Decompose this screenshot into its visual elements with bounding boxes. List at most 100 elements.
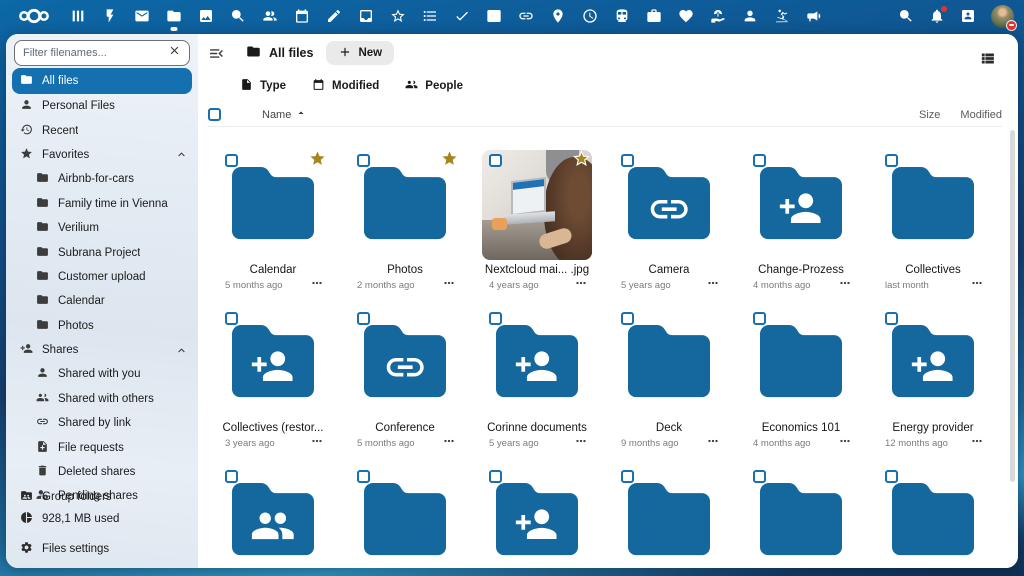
folder-tile[interactable]: Collectiveslast month	[867, 146, 999, 304]
sidebar-item-calendar[interactable]: Calendar	[6, 289, 198, 313]
folder-tile[interactable]	[207, 462, 339, 568]
folder-tile[interactable]: Deck9 months ago	[603, 304, 735, 462]
filter-chip-type[interactable]: Type	[240, 78, 286, 94]
mail-app-icon[interactable]	[134, 8, 150, 24]
monitoring-app-icon[interactable]	[582, 8, 598, 24]
filter-chip-modified[interactable]: Modified	[312, 78, 379, 94]
chevron-up-icon[interactable]	[175, 148, 188, 161]
file-actions-menu[interactable]	[442, 434, 456, 448]
sidebar-item-recent[interactable]: Recent	[6, 118, 198, 142]
select-checkbox[interactable]	[753, 470, 766, 483]
sidebar-toggle-icon[interactable]	[208, 45, 225, 62]
select-checkbox[interactable]	[489, 470, 502, 483]
select-checkbox[interactable]	[357, 154, 370, 167]
select-checkbox[interactable]	[753, 312, 766, 325]
select-checkbox[interactable]	[489, 312, 502, 325]
passwords-app-icon[interactable]	[518, 8, 534, 24]
search-icon[interactable]	[898, 8, 914, 24]
tables-app-icon[interactable]	[486, 8, 502, 24]
sidebar-item-shared-by-link[interactable]: Shared by link	[6, 411, 198, 435]
filter-chip-people[interactable]: People	[405, 78, 463, 94]
file-actions-menu[interactable]	[706, 434, 720, 448]
sidebar-item-verilium[interactable]: Verilium	[6, 216, 198, 240]
sidebar-item-deleted-shares[interactable]: Deleted shares	[6, 460, 198, 484]
folder-tile[interactable]: Conference5 months ago	[339, 304, 471, 462]
filter-input[interactable]	[23, 47, 162, 59]
new-button[interactable]: New	[326, 41, 394, 65]
sidebar-item-shares[interactable]: Shares	[6, 338, 198, 362]
folder-tile[interactable]: Collectives (restor...3 years ago	[207, 304, 339, 462]
maps-app-icon[interactable]	[550, 8, 566, 24]
sidebar-item-family-time-in-vienna[interactable]: Family time in Vienna	[6, 192, 198, 216]
folder-tile[interactable]	[867, 462, 999, 568]
select-checkbox[interactable]	[489, 154, 502, 167]
select-checkbox[interactable]	[753, 154, 766, 167]
folder-tile[interactable]	[339, 462, 471, 568]
clear-filter-icon[interactable]	[168, 44, 181, 62]
dashboard-app-icon[interactable]	[70, 8, 86, 24]
select-checkbox[interactable]	[621, 470, 634, 483]
breadcrumb[interactable]: All files	[246, 44, 313, 62]
sustainability-app-icon[interactable]	[710, 8, 726, 24]
file-actions-menu[interactable]	[310, 434, 324, 448]
select-checkbox[interactable]	[621, 312, 634, 325]
size-column-label[interactable]: Size	[919, 109, 940, 121]
folder-tile[interactable]: Calendar5 months ago	[207, 146, 339, 304]
sidebar-item-shared-with-you[interactable]: Shared with you	[6, 362, 198, 386]
approvals-app-icon[interactable]	[454, 8, 470, 24]
contacts-app-icon[interactable]	[262, 8, 278, 24]
sidebar-item-personal-files[interactable]: Personal Files	[6, 94, 198, 118]
work-app-icon[interactable]	[646, 8, 662, 24]
sports-app-icon[interactable]	[774, 8, 790, 24]
folder-tile[interactable]: Energy provider12 months ago	[867, 304, 999, 462]
file-actions-menu[interactable]	[970, 434, 984, 448]
photos-app-icon[interactable]	[198, 8, 214, 24]
sidebar-item-all-files[interactable]: All files	[12, 68, 192, 94]
folder-tile[interactable]	[735, 462, 867, 568]
select-checkbox[interactable]	[225, 312, 238, 325]
folder-tile[interactable]: Photos2 months ago	[339, 146, 471, 304]
sidebar-item-subrana-project[interactable]: Subrana Project	[6, 240, 198, 264]
file-actions-menu[interactable]	[838, 434, 852, 448]
select-checkbox[interactable]	[621, 154, 634, 167]
folder-tile[interactable]: Camera5 years ago	[603, 146, 735, 304]
file-actions-menu[interactable]	[838, 276, 852, 290]
folder-tile[interactable]: Change-Prozess4 months ago	[735, 146, 867, 304]
folder-tile[interactable]	[471, 462, 603, 568]
sidebar-item-airbnb-for-cars[interactable]: Airbnb-for-cars	[6, 167, 198, 191]
announcements-app-icon[interactable]	[806, 8, 822, 24]
select-checkbox[interactable]	[885, 470, 898, 483]
nextcloud-logo-icon[interactable]	[14, 5, 54, 27]
sidebar-item-shared-with-others[interactable]: Shared with others	[6, 387, 198, 411]
sidebar-item-favorites[interactable]: Favorites	[6, 143, 198, 167]
notifications-icon[interactable]	[929, 8, 945, 24]
files-app-icon[interactable]	[166, 8, 182, 24]
health-app-icon[interactable]	[678, 8, 694, 24]
select-checkbox[interactable]	[885, 312, 898, 325]
sidebar-item-group-folders[interactable]: Group folders	[6, 486, 198, 508]
folder-tile[interactable]: Economics 1014 months ago	[735, 304, 867, 462]
select-checkbox[interactable]	[225, 470, 238, 483]
scrollbar[interactable]	[1010, 130, 1015, 482]
sidebar-item-photos[interactable]: Photos	[6, 314, 198, 338]
file-actions-menu[interactable]	[706, 276, 720, 290]
search-app-app-icon[interactable]	[230, 8, 246, 24]
transit-app-icon[interactable]	[614, 8, 630, 24]
select-checkbox[interactable]	[357, 470, 370, 483]
tasks-app-icon[interactable]	[422, 8, 438, 24]
collectives-app-icon[interactable]	[390, 8, 406, 24]
file-actions-menu[interactable]	[442, 276, 456, 290]
notes-app-icon[interactable]	[326, 8, 342, 24]
sidebar-item-file-requests[interactable]: File requests	[6, 435, 198, 459]
sidebar-item-files-settings[interactable]: Files settings	[6, 536, 198, 562]
folder-tile[interactable]: Corinne documents5 years ago	[471, 304, 603, 462]
sort-by-name[interactable]: Name	[262, 107, 307, 122]
select-checkbox[interactable]	[225, 154, 238, 167]
select-all-checkbox[interactable]	[208, 108, 221, 121]
file-actions-menu[interactable]	[574, 276, 588, 290]
sidebar-item-customer-upload[interactable]: Customer upload	[6, 265, 198, 289]
deck-app-icon[interactable]	[358, 8, 374, 24]
file-actions-menu[interactable]	[574, 434, 588, 448]
chevron-up-icon[interactable]	[175, 344, 188, 357]
modified-column-label[interactable]: Modified	[960, 109, 1002, 121]
